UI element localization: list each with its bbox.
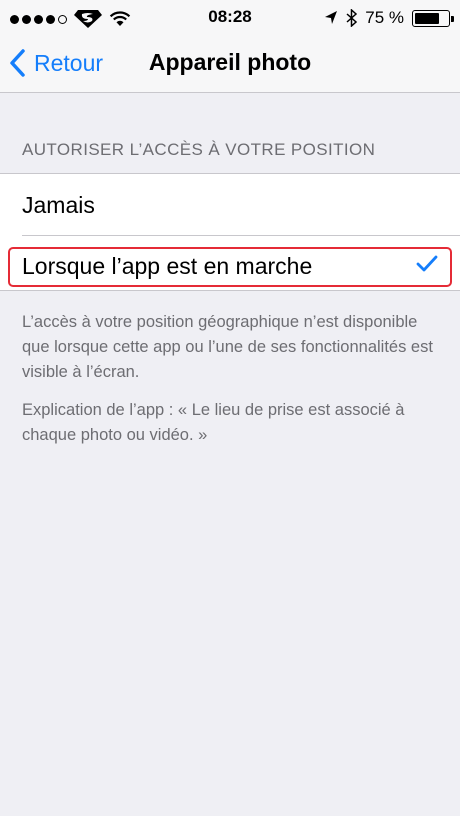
navigation-bar: Retour Appareil photo [0,34,460,93]
location-arrow-icon [325,11,338,24]
section-header: AUTORISER L’ACCÈS À VOTRE POSITION [22,140,376,159]
location-access-options: Jamais Lorsque l’app est en marche [0,173,460,291]
battery-level [415,12,439,24]
status-bar: 08:28 75 % [0,0,460,34]
battery-icon [412,9,454,27]
option-label: Jamais [22,191,95,218]
bluetooth-icon [346,9,358,27]
battery-percent: 75 % [365,8,404,27]
footer-note: L’accès à votre position géographique n’… [22,313,433,381]
option-never[interactable]: Jamais [0,176,460,234]
highlight-annotation [8,247,452,287]
app-explanation: Explication de l’app : « Le lieu de pris… [22,401,405,444]
page-title: Appareil photo [148,49,312,75]
status-right: 75 % [324,8,454,28]
divider [22,235,460,236]
